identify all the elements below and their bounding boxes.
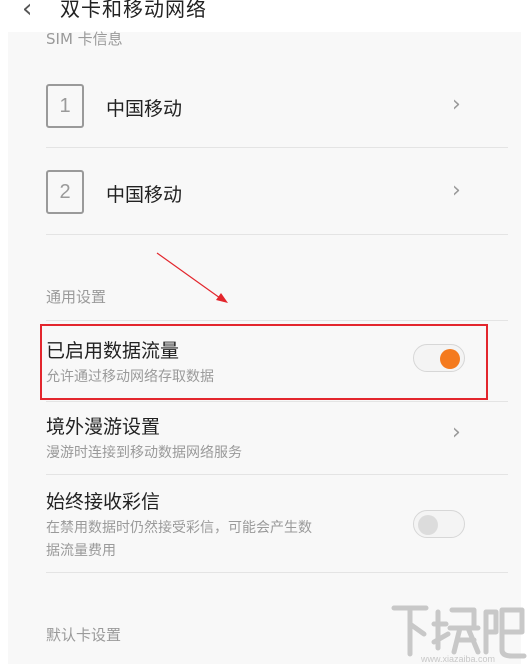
arrow-head [216,293,228,303]
watermark-logo: www.xiazaiba.com [388,598,528,664]
watermark-url: www.xiazaiba.com [420,654,495,664]
arrow-line [156,252,221,299]
annotation-arrow [156,252,228,303]
